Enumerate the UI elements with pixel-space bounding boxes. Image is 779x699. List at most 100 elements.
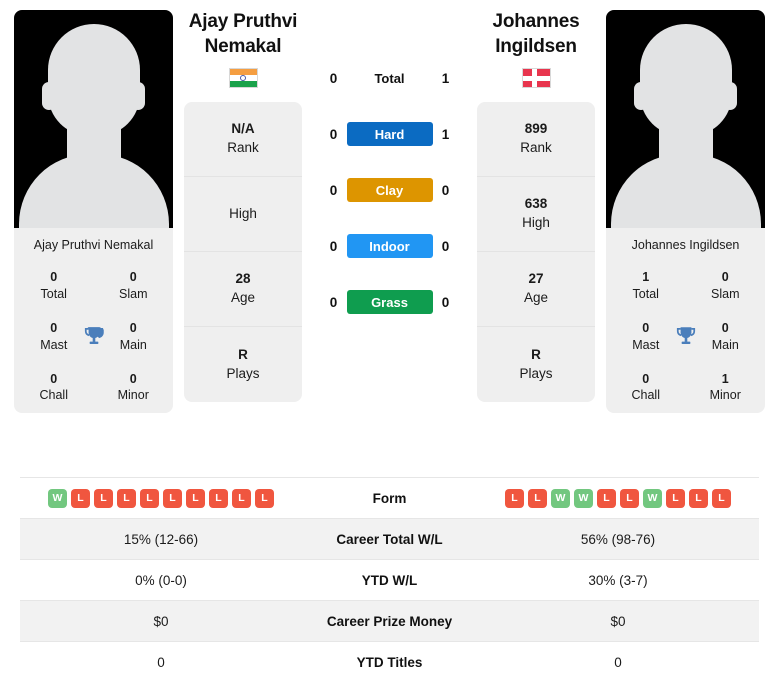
flag-cross-horizontal <box>522 76 550 82</box>
stat-slam-label-right: Slam <box>711 286 740 301</box>
player-card-right[interactable]: Johannes Ingildsen 1 Total 0 Slam 0 Mast… <box>606 10 766 414</box>
table-row: 0% (0-0) YTD W/L 30% (3-7) <box>20 559 759 601</box>
avatar-head-icon <box>47 24 140 136</box>
info-row-high-right: 638 High <box>477 177 595 253</box>
table-row: 15% (12-66) Career Total W/L 56% (98-76) <box>20 518 759 560</box>
stat-minor-right: 1 Minor <box>686 363 766 414</box>
info-high-value-right: 638 <box>524 196 548 212</box>
h2h-right-count-indoor: 0 <box>441 238 450 254</box>
avatar-ear-right-icon <box>131 82 145 110</box>
stat-minor-label-left: Minor <box>117 388 149 403</box>
player-info-col-right: Johannes Ingildsen 899 Rank 638 High 27 … <box>476 10 596 403</box>
cell-right-ytd_wl: 30% (3-7) <box>588 572 648 588</box>
form-badge-loss[interactable]: L <box>94 488 113 508</box>
info-rank-value-right: 899 <box>524 121 548 137</box>
h2h-surface-label-indoor[interactable]: Indoor <box>346 234 433 258</box>
player-card-left[interactable]: Ajay Pruthvi Nemakal 0 Total 0 Slam 0 Ma… <box>14 10 174 414</box>
form-badge-loss[interactable]: L <box>163 488 182 508</box>
info-rank-label-left: Rank <box>227 140 259 156</box>
form-badge-win[interactable]: W <box>574 488 593 508</box>
form-badge-win[interactable]: W <box>643 488 662 508</box>
form-badge-loss[interactable]: L <box>71 488 90 508</box>
cell-label-ytd_wl: YTD W/L <box>361 572 418 588</box>
info-row-plays-left: R Plays <box>184 327 302 402</box>
h2h-right-count-clay: 0 <box>441 182 450 198</box>
h2h-surface-label-hard[interactable]: Hard <box>346 122 433 146</box>
avatar-ear-right-icon <box>723 82 737 110</box>
form-badge-win[interactable]: W <box>551 488 570 508</box>
info-row-age-left: 28 Age <box>184 252 302 328</box>
form-badge-loss[interactable]: L <box>689 488 708 508</box>
stat-slam-right: 0 Slam <box>686 261 766 312</box>
ashoka-chakra-icon <box>240 75 246 82</box>
india-flag-icon <box>228 68 258 89</box>
h2h-row-indoor: 0 Indoor 0 <box>320 234 460 258</box>
form-badge-loss[interactable]: L <box>505 488 524 508</box>
info-row-rank-right: 899 Rank <box>477 102 595 178</box>
form-badge-loss[interactable]: L <box>620 488 639 508</box>
info-plays-label-right: Plays <box>519 365 553 381</box>
stat-minor-value-left: 0 <box>129 371 137 386</box>
info-row-high-left: High <box>184 177 302 253</box>
form-badge-loss[interactable]: L <box>597 488 616 508</box>
stat-chall-right: 0 Chall <box>606 363 686 414</box>
info-high-label-left: High <box>229 205 257 221</box>
stat-chall-label-right: Chall <box>631 388 661 403</box>
h2h-right-count-grass: 0 <box>441 294 450 310</box>
info-high-label-right: High <box>522 215 550 231</box>
player-name-right-line1: Johannes <box>492 11 580 32</box>
form-badge-loss[interactable]: L <box>528 488 547 508</box>
form-badge-loss[interactable]: L <box>712 488 731 508</box>
flag-band-green <box>229 81 257 88</box>
cell-left-ytd_titles: 0 <box>157 654 165 670</box>
form-badge-loss[interactable]: L <box>209 488 228 508</box>
info-row-rank-left: N/A Rank <box>184 102 302 178</box>
player-name-right: Johannes Ingildsen <box>492 10 579 59</box>
cell-left-form: WLLLLLLLLL <box>20 478 302 519</box>
table-row: 0 YTD Titles 0 <box>20 641 759 683</box>
stat-slam-value-right: 0 <box>721 270 729 284</box>
form-strip-left: WLLLLLLLLL <box>20 488 302 508</box>
stat-minor-value-right: 1 <box>721 371 729 386</box>
stat-minor-left: 0 Minor <box>94 363 174 414</box>
info-rank-value-left: N/A <box>231 121 255 137</box>
form-badge-win[interactable]: W <box>48 488 67 508</box>
stat-main-left: 0 Main <box>94 312 174 363</box>
player-comparison-page: Ajay Pruthvi Nemakal 0 Total 0 Slam 0 Ma… <box>0 0 779 699</box>
h2h-row-hard: 0 Hard 1 <box>320 122 460 146</box>
form-badge-loss[interactable]: L <box>186 488 205 508</box>
table-row: $0 Career Prize Money $0 <box>20 600 759 642</box>
stat-minor-label-right: Minor <box>709 388 741 403</box>
player-photo-caption-right: Johannes Ingildsen <box>631 238 740 252</box>
stat-chall-value-left: 0 <box>50 371 58 386</box>
form-badge-loss[interactable]: L <box>117 488 136 508</box>
player-info-box-left: N/A Rank High 28 Age R Plays <box>184 102 302 403</box>
stat-mast-value-right: 0 <box>642 320 650 335</box>
denmark-flag-icon <box>521 68 551 89</box>
player-name-left: Ajay Pruthvi Nemakal <box>189 10 298 59</box>
stat-mast-label-left: Mast <box>40 337 68 352</box>
info-age-value-left: 28 <box>235 271 251 287</box>
form-badge-loss[interactable]: L <box>232 488 251 508</box>
head-to-head-surface-column: 0 Total 1 0 Hard 1 0 Clay 0 0 Indoor 0 0 Grass 0 <box>313 10 466 314</box>
cell-label-career_total_wl: Career Total W/L <box>336 531 443 547</box>
player-info-box-right: 899 Rank 638 High 27 Age R Plays <box>477 102 595 403</box>
cell-right-ytd_titles: 0 <box>614 654 622 670</box>
h2h-surface-label-grass[interactable]: Grass <box>346 290 433 314</box>
form-badge-loss[interactable]: L <box>255 488 274 508</box>
stat-slam-value-left: 0 <box>129 270 137 284</box>
stat-mast-label-right: Mast <box>632 337 660 352</box>
avatar-ear-left-icon <box>634 82 648 110</box>
stat-slam-left: 0 Slam <box>94 261 174 312</box>
player-info-col-left: Ajay Pruthvi Nemakal N/A Rank High 28 Ag… <box>183 10 303 403</box>
h2h-left-count-indoor: 0 <box>329 238 338 254</box>
form-badge-loss[interactable]: L <box>140 488 159 508</box>
cell-left-career_prize_money: $0 <box>153 613 169 629</box>
cell-label-form: Form <box>372 490 407 506</box>
player-photo-caption-left: Ajay Pruthvi Nemakal <box>33 238 154 252</box>
h2h-surface-label-clay[interactable]: Clay <box>346 178 433 202</box>
form-badge-loss[interactable]: L <box>666 488 685 508</box>
stat-chall-value-right: 0 <box>642 371 650 386</box>
stat-chall-left: 0 Chall <box>14 363 94 414</box>
avatar-head-icon <box>639 24 732 136</box>
